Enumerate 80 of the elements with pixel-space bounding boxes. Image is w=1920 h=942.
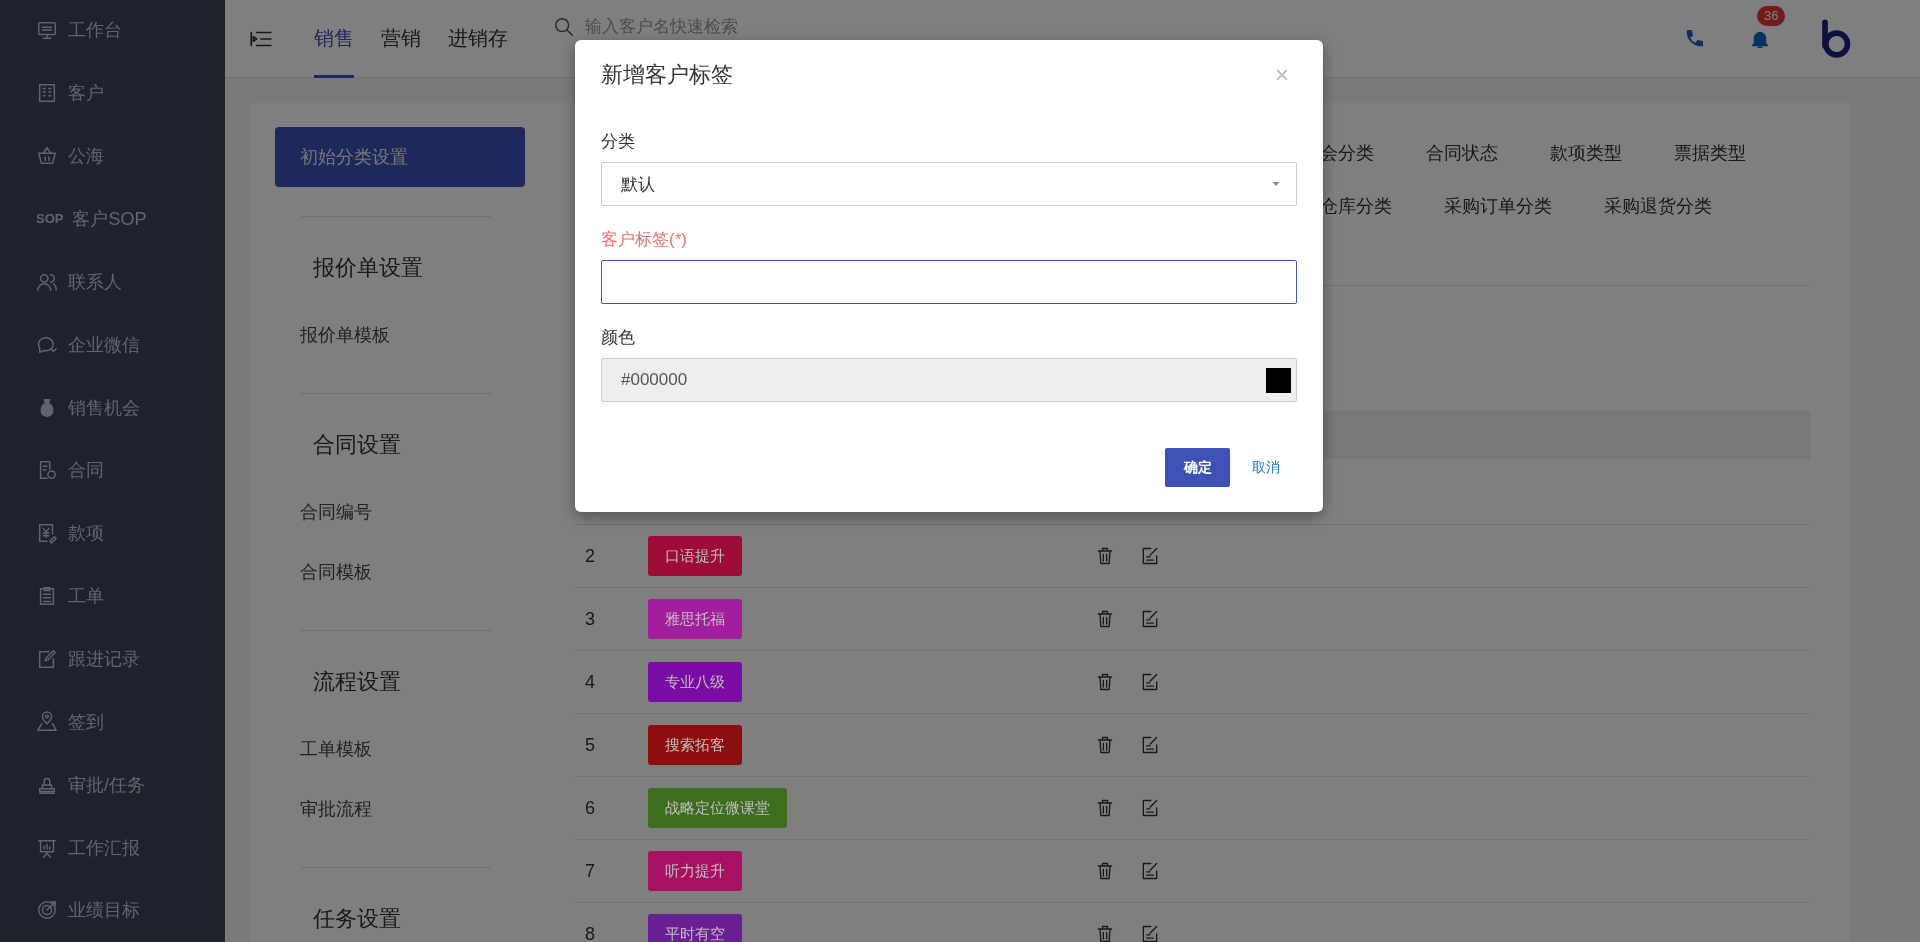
nav-tab[interactable]: 销售 (314, 0, 354, 78)
category-tab[interactable]: 合同状态 (1426, 127, 1498, 180)
tag-label: 口语提升 (648, 536, 742, 576)
category-tab[interactable]: 采购退货分类 (1604, 180, 1712, 233)
tag-label: 雅思托福 (648, 599, 742, 639)
sidebar-item[interactable]: 跟进记录 (0, 627, 225, 691)
sidebar-item[interactable]: 审批/任务 (0, 753, 225, 817)
sop-icon: SOP (36, 211, 64, 227)
confirm-button[interactable]: 确定 (1165, 448, 1230, 487)
edit-icon[interactable] (1140, 861, 1160, 881)
sidebar-item[interactable]: 业绩目标 (0, 879, 225, 942)
field-label: 颜色 (601, 327, 636, 349)
category-tab[interactable]: 采购订单分类 (1444, 180, 1552, 233)
trash-icon[interactable] (1095, 609, 1115, 629)
settings-nav-item[interactable]: 合同模板 (275, 542, 525, 602)
settings-nav-item[interactable]: 审批流程 (275, 779, 525, 839)
trash-icon[interactable] (1095, 924, 1115, 942)
field-label: 分类 (601, 131, 636, 153)
row-number: 8 (584, 923, 596, 942)
sidebar-item[interactable]: 公海 (0, 124, 225, 188)
edit-icon[interactable] (1140, 546, 1160, 566)
sidebar-item[interactable]: 销售机会 (0, 376, 225, 439)
nav-tab[interactable]: 营销 (381, 0, 421, 78)
sidebar-item[interactable]: 联系人 (0, 250, 225, 314)
row-number: 4 (584, 671, 596, 693)
color-swatch[interactable] (1266, 367, 1291, 393)
edit-icon[interactable] (1140, 798, 1160, 818)
yen-document-icon (36, 522, 58, 545)
edit-icon[interactable] (1140, 609, 1160, 629)
section-heading: 报价单设置 (312, 254, 424, 282)
sidebar-item[interactable]: 企业微信 (0, 313, 225, 377)
sidebar-item[interactable]: 合同 (0, 439, 225, 502)
notification-badge: 36 (1757, 5, 1786, 26)
tag-name-field[interactable] (601, 260, 1297, 304)
sidebar-item[interactable]: 客户 (0, 61, 225, 125)
row-number: 5 (584, 734, 596, 756)
category-tab[interactable]: 款项类型 (1550, 127, 1622, 180)
trash-icon[interactable] (1095, 546, 1115, 566)
tag-label: 听力提升 (648, 851, 742, 891)
section-heading: 流程设置 (312, 668, 402, 696)
sidebar-item[interactable]: 工单 (0, 564, 225, 628)
section-heading: 任务设置 (312, 905, 402, 933)
section-heading: 合同设置 (312, 431, 402, 459)
tag-label: 平时有空 (648, 914, 742, 942)
monitor-icon (36, 19, 58, 42)
tag-label: 战略定位微课堂 (648, 788, 787, 828)
category-tab[interactable]: 票据类型 (1674, 127, 1746, 180)
edit-icon[interactable] (1140, 672, 1160, 692)
trash-icon[interactable] (1095, 735, 1115, 755)
dialog-title: 新增客户标签 (601, 61, 733, 89)
row-number: 6 (584, 797, 596, 819)
sidebar-item[interactable]: 款项 (0, 501, 225, 565)
settings-nav-item[interactable]: 报价单模板 (275, 305, 525, 365)
trash-icon[interactable] (1095, 672, 1115, 692)
settings-nav-item[interactable]: 合同编号 (275, 482, 525, 542)
category-select[interactable]: 默认 (601, 162, 1297, 206)
settings-nav-item[interactable]: 初始分类设置 (275, 127, 525, 187)
edit-icon[interactable] (1140, 924, 1160, 942)
sidebar-item[interactable]: 工作汇报 (0, 816, 225, 880)
row-number: 3 (584, 608, 596, 630)
trash-icon[interactable] (1095, 861, 1115, 881)
building-icon (36, 82, 58, 105)
edit-note-icon (36, 648, 58, 670)
sidebar-item[interactable]: SOP 客户SOP (0, 187, 225, 251)
tag-label: 搜索拓客 (648, 725, 742, 765)
sidebar-item[interactable]: 工作台 (0, 0, 225, 62)
trash-icon[interactable] (1095, 798, 1115, 818)
target-icon (36, 899, 58, 922)
edit-icon[interactable] (1140, 735, 1160, 755)
cancel-link[interactable]: 取消 (1252, 458, 1280, 477)
field-label: 客户标签(*) (601, 229, 688, 251)
nav-tab[interactable]: 进销存 (448, 0, 508, 78)
search-icon[interactable] (553, 16, 575, 38)
sidebar-item[interactable]: 签到 (0, 690, 225, 754)
color-field[interactable]: #000000 (601, 358, 1297, 402)
settings-nav-item[interactable]: 工单模板 (275, 719, 525, 779)
row-number: 2 (584, 545, 596, 567)
tag-label: 专业八级 (648, 662, 742, 702)
row-number: 7 (584, 860, 596, 882)
location-pin-icon (36, 710, 58, 733)
